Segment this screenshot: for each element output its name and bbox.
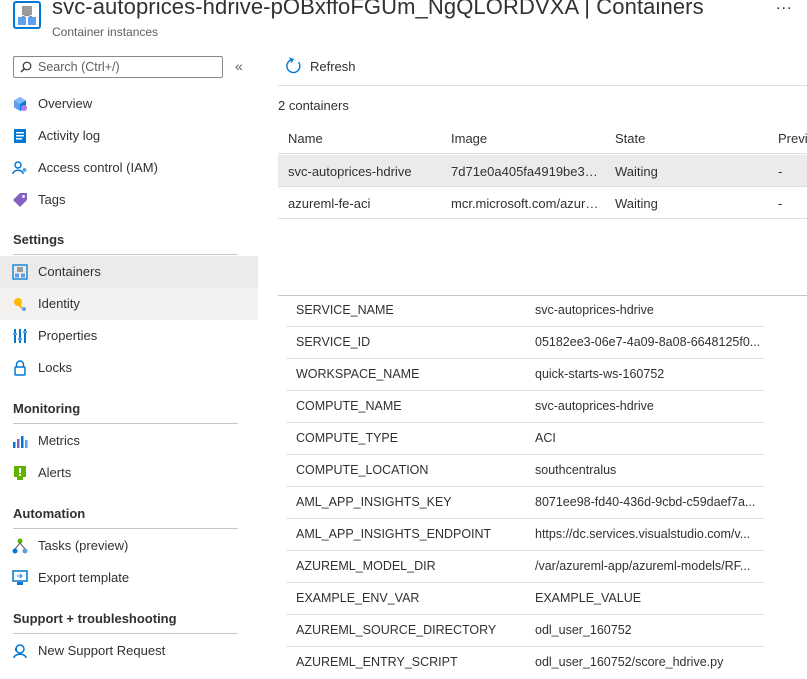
env-var-key: COMPUTE_LOCATION — [296, 463, 429, 477]
env-var-value: /var/azureml-app/azureml-models/RF... — [535, 559, 751, 573]
env-var-row: SERVICE_NAME svc-autoprices-hdrive — [286, 295, 764, 327]
env-var-row: SERVICE_ID 05182ee3-06e7-4a09-8a08-664812… — [286, 327, 764, 359]
column-header-image[interactable]: Image — [451, 131, 601, 146]
sidebar-item-export-template[interactable]: Export template — [0, 562, 258, 594]
container-image: 7d71e0a405fa4919be36... — [451, 164, 601, 179]
column-header-state[interactable]: State — [615, 131, 765, 146]
main-content: Refresh 2 containers Name Image State Pr… — [278, 50, 807, 679]
env-var-value: https://dc.services.visualstudio.com/v..… — [535, 527, 751, 541]
table-row[interactable]: azureml-fe-aci mcr.microsoft.com/azure..… — [278, 187, 807, 219]
env-var-value: southcentralus — [535, 463, 617, 477]
sidebar-item-activity-log[interactable]: Activity log — [0, 120, 258, 152]
overview-icon — [14, 97, 27, 111]
env-var-value: odl_user_160752 — [535, 623, 632, 637]
env-var-row: COMPUTE_TYPE ACI — [286, 423, 764, 455]
resource-menu: Search (Ctrl+/) « Overview Activity log … — [0, 50, 258, 679]
sidebar-item-metrics[interactable]: Metrics — [0, 425, 258, 457]
section-divider — [13, 633, 238, 634]
export-template-icon — [12, 570, 28, 585]
table-row[interactable]: svc-autoprices-hdrive 7d71e0a405fa4919be… — [278, 155, 807, 187]
env-var-row: WORKSPACE_NAME quick-starts-ws-160752 — [286, 359, 764, 391]
container-name: azureml-fe-aci — [288, 196, 371, 211]
section-divider — [13, 423, 238, 424]
container-image: mcr.microsoft.com/azure... — [451, 196, 601, 211]
env-var-key: COMPUTE_TYPE — [296, 431, 399, 445]
section-settings: Settings — [13, 232, 65, 247]
page-title: svc-autoprices-hdrive-pOBxffoFGUm_NgQLOR… — [52, 0, 704, 19]
env-var-key: AML_APP_INSIGHTS_ENDPOINT — [296, 527, 492, 541]
env-var-key: AZUREML_MODEL_DIR — [296, 559, 436, 573]
section-monitoring: Monitoring — [13, 401, 81, 416]
sidebar-item-new-support-request[interactable]: New Support Request — [0, 635, 258, 667]
properties-icon — [13, 329, 27, 343]
sidebar-item-tags[interactable]: Tags — [0, 184, 258, 216]
env-var-value: svc-autoprices-hdrive — [535, 303, 654, 317]
env-var-row: AML_APP_INSIGHTS_KEY 8071ee98-fd40-436d-9… — [286, 487, 764, 519]
env-var-value: svc-autoprices-hdrive — [535, 399, 654, 413]
identity-icon — [14, 298, 26, 311]
page-header: svc-autoprices-hdrive-pOBxffoFGUm_NgQLOR… — [0, 0, 807, 44]
env-var-key: COMPUTE_NAME — [296, 399, 402, 413]
env-var-row: AZUREML_MODEL_DIR/var/azureml-app/azurem… — [286, 551, 764, 583]
sidebar-item-containers[interactable]: Containers — [0, 256, 258, 288]
page-subtitle: Container instances — [52, 25, 159, 39]
column-header-previous-state[interactable]: Previ — [778, 131, 807, 146]
sidebar-item-overview[interactable]: Overview — [0, 88, 258, 120]
sidebar-item-alerts[interactable]: Alerts — [0, 457, 258, 489]
env-var-value: ACI — [535, 431, 556, 445]
lock-icon — [14, 360, 26, 376]
container-count: 2 containers — [278, 98, 349, 113]
env-var-key: EXAMPLE_ENV_VAR — [296, 591, 420, 605]
alerts-icon — [14, 466, 26, 480]
sidebar-item-locks[interactable]: Locks — [0, 352, 258, 384]
command-bar: Refresh — [278, 50, 807, 86]
env-var-value: 8071ee98-fd40-436d-9cbd-c59daef7a... — [535, 495, 756, 509]
section-support: Support + troubleshooting — [13, 611, 177, 626]
column-header-name[interactable]: Name — [288, 131, 438, 146]
env-var-value: quick-starts-ws-160752 — [535, 367, 665, 381]
refresh-icon — [286, 57, 301, 74]
collapse-menu-button[interactable]: « — [235, 58, 243, 74]
sidebar-item-tasks[interactable]: Tasks (preview) — [0, 530, 258, 562]
table-header-row: Name Image State Previ — [278, 122, 807, 154]
env-var-value: odl_user_160752/score_hdrive.py — [535, 655, 724, 669]
search-icon — [20, 61, 32, 73]
env-var-key: AML_APP_INSIGHTS_KEY — [296, 495, 452, 509]
env-var-key: SERVICE_NAME — [296, 303, 394, 317]
container-instances-icon — [13, 1, 41, 29]
env-var-row: AML_APP_INSIGHTS_ENDPOINT https://dc.serv… — [286, 519, 764, 551]
search-input[interactable]: Search (Ctrl+/) — [13, 56, 223, 78]
container-state: Waiting — [615, 164, 658, 179]
container-previous-state: - — [778, 196, 783, 211]
container-state: Waiting — [615, 196, 658, 211]
container-name: svc-autoprices-hdrive — [288, 164, 412, 179]
env-var-key: AZUREML_ENTRY_SCRIPT — [296, 655, 458, 669]
env-var-key: WORKSPACE_NAME — [296, 367, 420, 381]
env-var-row: EXAMPLE_ENV_VAR EXAMPLE_VALUE — [286, 583, 764, 615]
containers-icon — [12, 264, 28, 280]
metrics-icon — [13, 436, 28, 448]
container-previous-state: - — [778, 164, 783, 179]
sidebar-item-properties[interactable]: Properties — [0, 320, 258, 352]
env-var-key: SERVICE_ID — [296, 335, 371, 349]
support-icon — [13, 644, 27, 659]
section-divider — [13, 254, 238, 255]
section-automation: Automation — [13, 506, 86, 521]
section-divider — [13, 528, 238, 529]
env-var-row: COMPUTE_NAME svc-autoprices-hdrive — [286, 391, 764, 423]
activity-log-icon — [14, 129, 26, 143]
iam-icon — [12, 161, 27, 175]
env-var-key: AZUREML_SOURCE_DIRECTORY — [296, 623, 497, 637]
env-var-value: 05182ee3-06e7-4a09-8a08-6648125f0... — [535, 335, 761, 349]
sidebar-item-identity[interactable]: Identity — [0, 288, 258, 320]
env-var-row: COMPUTE_LOCATION southcentralus — [286, 455, 764, 487]
env-var-value: EXAMPLE_VALUE — [535, 591, 642, 605]
sidebar-item-access-control[interactable]: Access control (IAM) — [0, 152, 258, 184]
tag-icon — [13, 193, 27, 207]
search-placeholder: Search (Ctrl+/) — [38, 60, 120, 74]
env-var-row: AZUREML_SOURCE_DIRECTORY odl_user_160752 — [286, 615, 764, 647]
more-actions-button[interactable]: ... — [776, 0, 792, 14]
env-var-row: AZUREML_ENTRY_SCRIPT odl_user_160752/scor… — [286, 647, 764, 679]
tasks-icon — [12, 538, 28, 554]
